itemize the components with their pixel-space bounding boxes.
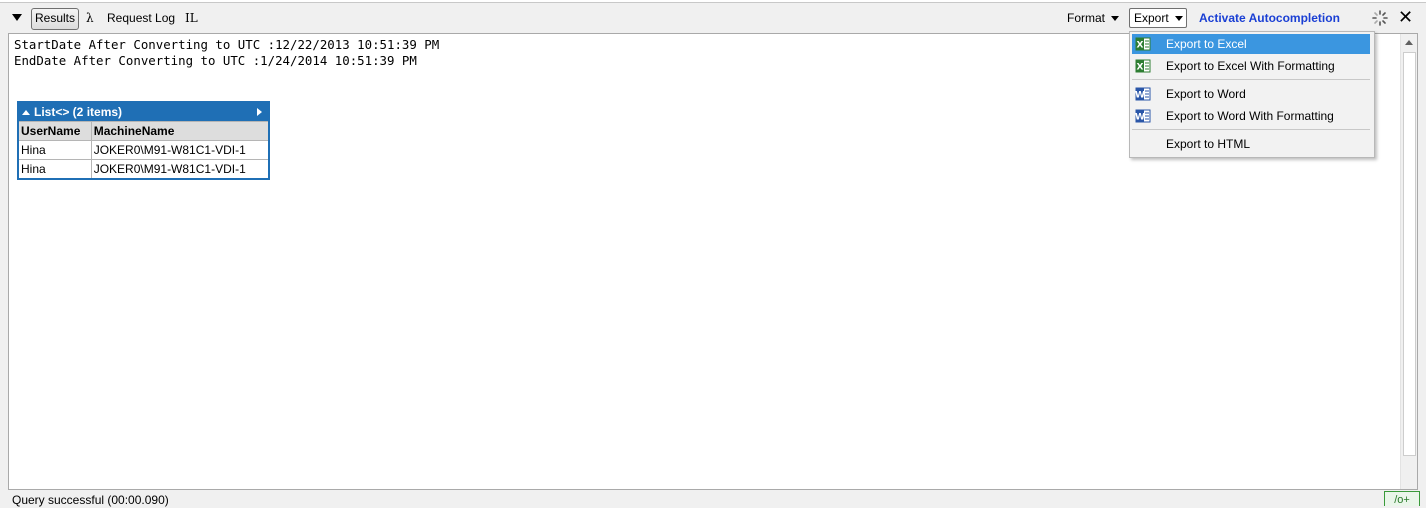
export-label: Export [1134, 11, 1169, 25]
word-icon: W [1135, 108, 1151, 124]
table-row: Hina JOKER0\M91-W81C1-VDI-1 [17, 159, 270, 180]
output-line: StartDate After Converting to UTC :12/22… [14, 37, 440, 52]
results-toolbar: Results λ Request Log IL Format Export A… [0, 6, 1426, 32]
loading-spinner-icon [1372, 10, 1388, 26]
menu-separator [1132, 129, 1370, 130]
menu-item-export-excel[interactable]: X Export to Excel [1132, 34, 1370, 54]
table-cell: Hina [17, 159, 92, 180]
menu-item-label: Export to Word With Formatting [1166, 109, 1334, 123]
format-label: Format [1067, 11, 1106, 25]
collapse-panel-icon[interactable] [12, 14, 22, 21]
export-dropdown-button[interactable]: Export [1129, 8, 1187, 28]
lambda-tab[interactable]: λ [86, 8, 94, 28]
svg-text:X: X [1137, 63, 1144, 73]
menu-item-export-excel-formatting[interactable]: X Export to Excel With Formatting [1132, 56, 1370, 76]
menu-item-export-word[interactable]: W Export to Word [1132, 84, 1370, 104]
request-log-tab[interactable]: Request Log [107, 8, 175, 28]
table-cell: JOKER0\M91-W81C1-VDI-1 [90, 159, 270, 180]
menu-item-label: Export to HTML [1166, 137, 1251, 151]
expand-right-icon[interactable] [257, 108, 262, 116]
table-row: Hina JOKER0\M91-W81C1-VDI-1 [17, 140, 270, 160]
menu-item-label: Export to Excel With Formatting [1166, 59, 1335, 73]
close-panel-icon[interactable]: ✕ [1398, 7, 1413, 27]
format-dropdown[interactable]: Format [1067, 8, 1120, 28]
menu-item-export-word-formatting[interactable]: W Export to Word With Formatting [1132, 106, 1370, 126]
svg-text:W: W [1135, 113, 1145, 123]
vertical-scrollbar[interactable] [1400, 34, 1417, 489]
table-cell: JOKER0\M91-W81C1-VDI-1 [90, 140, 270, 160]
il-tab[interactable]: IL [185, 8, 198, 28]
column-header-username[interactable]: UserName [17, 121, 92, 141]
result-list-table: List<> (2 items) UserName MachineName Hi… [17, 101, 270, 180]
svg-text:W: W [1135, 91, 1145, 101]
table-title-bar[interactable]: List<> (2 items) [18, 102, 269, 122]
chevron-down-icon [1174, 16, 1183, 21]
word-icon: W [1135, 86, 1151, 102]
menu-separator [1132, 79, 1370, 80]
window-top-border [0, 0, 1426, 3]
language-badge[interactable]: /o+ [1384, 491, 1420, 506]
excel-icon: X [1135, 36, 1151, 52]
menu-item-export-html[interactable]: Export to HTML [1132, 134, 1370, 154]
table-title: List<> (2 items) [34, 105, 123, 119]
scrollbar-thumb[interactable] [1403, 52, 1416, 456]
chevron-down-icon [1111, 16, 1120, 21]
scroll-up-icon[interactable] [1405, 40, 1413, 45]
table-cell: Hina [17, 140, 92, 160]
export-dropdown-menu: X Export to Excel X Export to Excel With… [1129, 31, 1375, 158]
collapse-up-icon[interactable] [22, 110, 30, 115]
output-line: EndDate After Converting to UTC :1/24/20… [14, 53, 417, 68]
menu-item-label: Export to Word [1166, 87, 1246, 101]
column-header-machinename[interactable]: MachineName [90, 121, 270, 141]
svg-text:X: X [1137, 41, 1144, 51]
results-tab-button[interactable]: Results [31, 8, 79, 30]
menu-item-label: Export to Excel [1166, 37, 1247, 51]
excel-icon: X [1135, 58, 1151, 74]
activate-autocompletion-link[interactable]: Activate Autocompletion [1199, 8, 1340, 28]
